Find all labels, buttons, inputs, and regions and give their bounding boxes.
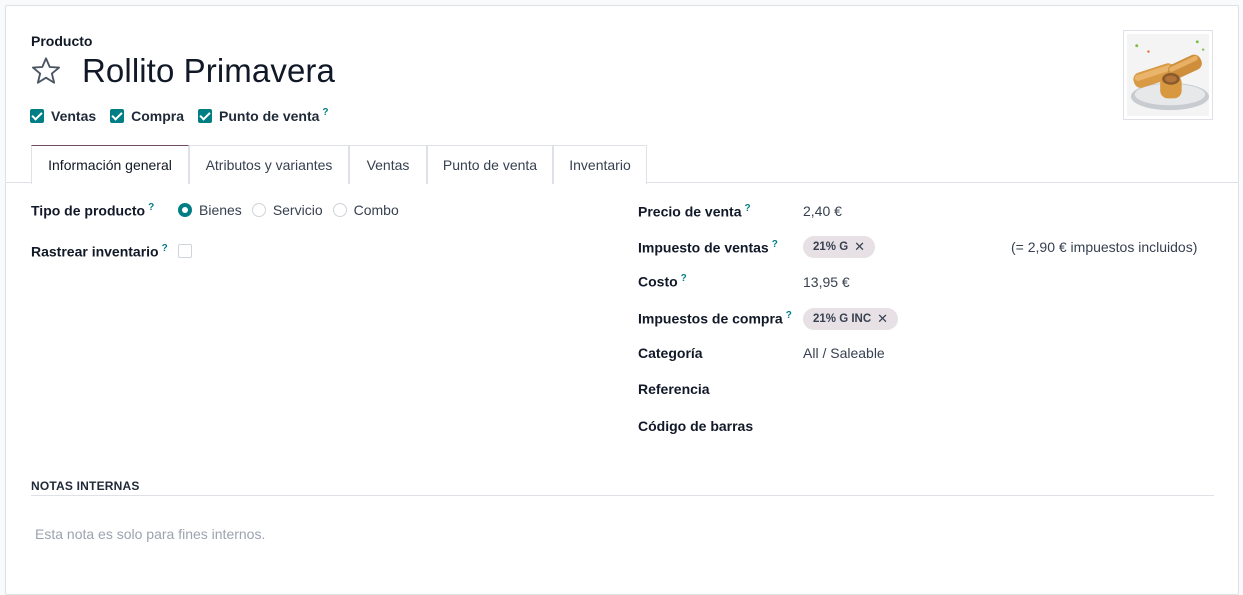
help-tooltip-icon[interactable]: ?: [786, 310, 792, 321]
help-tooltip-icon[interactable]: ?: [681, 273, 687, 284]
reference-label: Referencia: [638, 381, 710, 397]
radio-goods[interactable]: Bienes: [178, 202, 242, 218]
sales-tax-label-text: Impuesto de ventas: [638, 239, 769, 256]
close-icon[interactable]: ✕: [877, 311, 888, 327]
sale-price-field[interactable]: 2,40 €: [803, 203, 842, 219]
spring-roll-image: [1127, 34, 1209, 116]
radio-service[interactable]: Servicio: [251, 202, 323, 218]
checkbox-sales[interactable]: [30, 109, 44, 123]
option-purchase[interactable]: Compra: [110, 108, 184, 124]
sale-price-label-text: Precio de venta: [638, 203, 742, 220]
sales-tax-tag: 21% G ✕: [803, 236, 876, 258]
cost-label-text: Costo: [638, 273, 678, 290]
track-inventory-label: Rastrear inventario?: [31, 243, 168, 260]
track-inventory-label-text: Rastrear inventario: [31, 243, 159, 260]
product-type-label-text: Tipo de producto: [31, 202, 146, 219]
help-tooltip-icon[interactable]: ?: [745, 203, 751, 214]
product-type-radio-group: Bienes Servicio Combo: [178, 202, 409, 218]
cost-field[interactable]: 13,95 €: [803, 274, 850, 290]
form-sheet: Producto Rollito Primavera Ventas Compra…: [5, 5, 1239, 595]
category-label: Categoría: [638, 345, 703, 361]
notebook-tabs: Información general Atributos y variante…: [6, 145, 1238, 184]
notes-divider: [31, 495, 1214, 496]
help-tooltip-icon[interactable]: ?: [162, 243, 168, 254]
tab-inventory[interactable]: Inventario: [553, 145, 647, 184]
sales-tax-tag-label: 21% G: [813, 241, 849, 253]
checkbox-pos[interactable]: [198, 109, 213, 123]
favorite-star-icon[interactable]: [29, 55, 63, 87]
product-title[interactable]: Rollito Primavera: [82, 52, 335, 90]
cost-label: Costo?: [638, 273, 687, 290]
purchase-tax-tag: 21% G INC ✕: [803, 308, 899, 330]
radio-combo[interactable]: Combo: [332, 202, 399, 218]
internal-notes-input[interactable]: Esta nota es solo para fines internos.: [35, 526, 265, 542]
internal-notes-heading: NOTAS INTERNAS: [31, 479, 140, 493]
product-type-label: Tipo de producto?: [31, 202, 154, 219]
category-field[interactable]: All / Saleable: [803, 345, 885, 361]
radio-button-goods[interactable]: [178, 203, 192, 217]
close-icon[interactable]: ✕: [854, 239, 865, 255]
radio-goods-label: Bienes: [199, 202, 242, 218]
tab-attributes-variants[interactable]: Atributos y variantes: [189, 145, 349, 184]
radio-service-label: Servicio: [272, 202, 323, 218]
radio-button-combo[interactable]: [332, 203, 347, 217]
tab-general-info[interactable]: Información general: [31, 145, 189, 184]
track-inventory-checkbox[interactable]: [178, 244, 192, 258]
help-tooltip-icon[interactable]: ?: [148, 202, 154, 213]
radio-combo-label: Combo: [353, 202, 399, 218]
purchase-tax-tag-label: 21% G INC: [813, 313, 872, 325]
purchase-tax-label: Impuestos de compra?: [638, 310, 792, 327]
purchase-tax-label-text: Impuestos de compra: [638, 310, 783, 327]
barcode-label: Código de barras: [638, 418, 754, 434]
product-image[interactable]: [1123, 30, 1213, 120]
tax-included-note: (= 2,90 € impuestos incluidos): [1011, 239, 1198, 255]
record-type-label: Producto: [31, 33, 93, 49]
option-purchase-label: Compra: [131, 108, 185, 124]
option-pos[interactable]: Punto de venta ?: [198, 107, 329, 124]
option-sales-label: Ventas: [51, 108, 97, 124]
sale-price-label: Precio de venta?: [638, 203, 751, 220]
option-sales[interactable]: Ventas: [30, 108, 96, 124]
tab-sales[interactable]: Ventas: [349, 145, 427, 184]
product-options: Ventas Compra Punto de venta ?: [30, 107, 343, 124]
help-tooltip-icon[interactable]: ?: [772, 239, 778, 250]
radio-button-service[interactable]: [251, 203, 266, 217]
sales-tax-label: Impuesto de ventas?: [638, 239, 778, 256]
checkbox-purchase[interactable]: [110, 109, 125, 123]
tab-point-of-sale[interactable]: Punto de venta: [427, 145, 553, 184]
option-pos-label: Punto de venta: [219, 108, 320, 124]
help-tooltip-icon[interactable]: ?: [322, 107, 328, 118]
